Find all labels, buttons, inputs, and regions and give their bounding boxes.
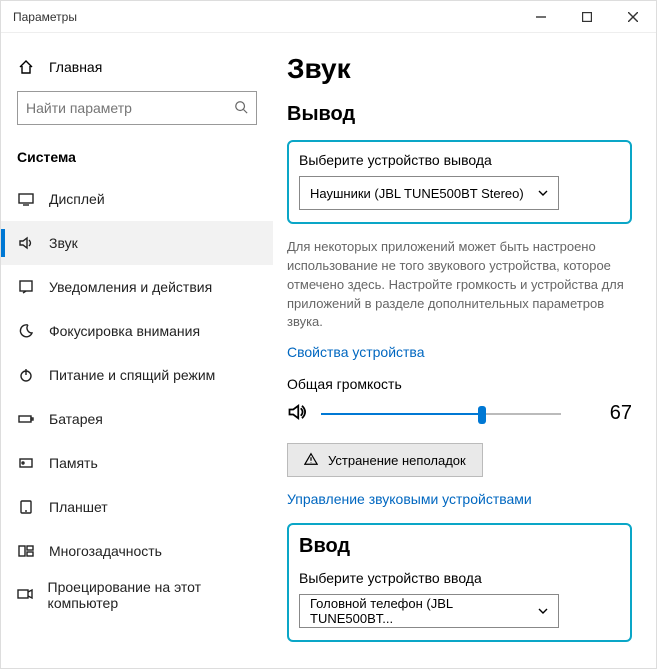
chevron-down-icon (538, 186, 548, 201)
search-field[interactable] (26, 100, 234, 116)
speaker-icon[interactable] (287, 402, 307, 425)
sidebar-item-label: Проецирование на этот компьютер (48, 579, 257, 611)
sidebar-item-display[interactable]: Дисплей (1, 177, 273, 221)
sound-icon (17, 235, 35, 251)
chevron-down-icon (538, 604, 548, 619)
sidebar-item-multitask[interactable]: Многозадачность (1, 529, 273, 573)
troubleshoot-button[interactable]: Устранение неполадок (287, 443, 483, 477)
sidebar-item-focus[interactable]: Фокусировка внимания (1, 309, 273, 353)
sidebar-item-storage[interactable]: Память (1, 441, 273, 485)
output-highlight-box: Выберите устройство вывода Наушники (JBL… (287, 140, 632, 224)
sidebar-item-label: Питание и спящий режим (49, 367, 215, 383)
device-properties-link[interactable]: Свойства устройства (287, 344, 632, 360)
output-select-label: Выберите устройство вывода (299, 152, 620, 168)
volume-value: 67 (602, 402, 632, 425)
multitask-icon (17, 543, 35, 559)
minimize-button[interactable] (518, 1, 564, 33)
battery-icon (17, 411, 35, 427)
manage-devices-link[interactable]: Управление звуковыми устройствами (287, 491, 632, 507)
output-selected-value: Наушники (JBL TUNE500BT Stereo) (310, 186, 524, 201)
output-heading: Вывод (287, 103, 632, 126)
sidebar-item-notifications[interactable]: Уведомления и действия (1, 265, 273, 309)
main-content: Звук Вывод Выберите устройство вывода На… (273, 33, 656, 670)
titlebar: Параметры (1, 1, 656, 33)
tablet-icon (17, 499, 35, 515)
sidebar-item-label: Уведомления и действия (49, 279, 212, 295)
master-volume-label: Общая громкость (287, 376, 632, 392)
input-selected-value: Головной телефон (JBL TUNE500BT... (310, 596, 538, 626)
sidebar-item-label: Память (49, 455, 98, 471)
section-title: Система (1, 143, 273, 177)
power-icon (17, 367, 35, 383)
moon-icon (17, 323, 35, 339)
input-select-label: Выберите устройство ввода (299, 570, 620, 586)
maximize-button[interactable] (564, 1, 610, 33)
sidebar-item-label: Звук (49, 235, 78, 251)
window-title: Параметры (13, 10, 77, 24)
home-icon (17, 59, 35, 75)
input-device-select[interactable]: Головной телефон (JBL TUNE500BT... (299, 594, 559, 628)
search-input[interactable] (17, 91, 257, 125)
sidebar-item-label: Многозадачность (49, 543, 162, 559)
sidebar-item-sound[interactable]: Звук (1, 221, 273, 265)
notifications-icon (17, 279, 35, 295)
input-heading: Ввод (299, 535, 620, 558)
project-icon (17, 587, 34, 603)
sidebar-item-label: Дисплей (49, 191, 105, 207)
home-label: Главная (49, 59, 102, 75)
search-icon (234, 100, 248, 117)
output-help-text: Для некоторых приложений может быть наст… (287, 238, 627, 332)
storage-icon (17, 455, 35, 471)
input-highlight-box: Ввод Выберите устройство ввода Головной … (287, 523, 632, 642)
sidebar-item-tablet[interactable]: Планшет (1, 485, 273, 529)
output-device-select[interactable]: Наушники (JBL TUNE500BT Stereo) (299, 176, 559, 210)
sidebar-item-power[interactable]: Питание и спящий режим (1, 353, 273, 397)
home-link[interactable]: Главная (1, 51, 273, 91)
sidebar-item-battery[interactable]: Батарея (1, 397, 273, 441)
sidebar: Главная Система Дисплей Звук Уведомления… (1, 33, 273, 670)
close-button[interactable] (610, 1, 656, 33)
page-title: Звук (287, 53, 632, 85)
sidebar-item-label: Фокусировка внимания (49, 323, 200, 339)
sidebar-item-label: Батарея (49, 411, 103, 427)
troubleshoot-label: Устранение неполадок (328, 453, 466, 468)
warning-icon (304, 452, 318, 469)
display-icon (17, 191, 35, 207)
volume-slider[interactable] (321, 404, 561, 424)
sidebar-item-label: Планшет (49, 499, 108, 515)
sidebar-item-project[interactable]: Проецирование на этот компьютер (1, 573, 273, 617)
